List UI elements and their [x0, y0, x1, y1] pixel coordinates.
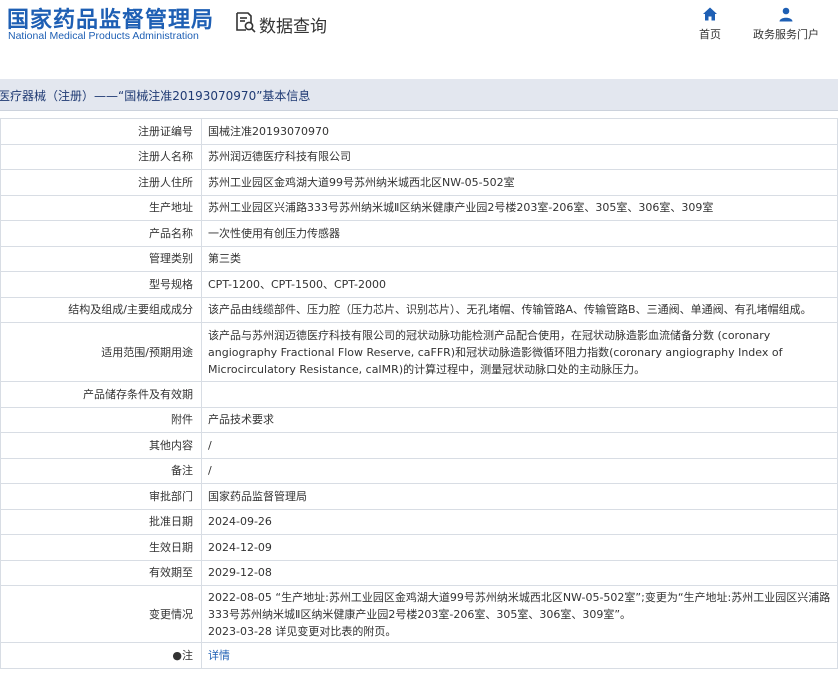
- field-label: 管理类别: [0, 245, 202, 272]
- site-logo-en[interactable]: National Medical Products Administration: [8, 30, 199, 42]
- field-value: /: [201, 432, 838, 459]
- field-value: 详情: [201, 642, 838, 669]
- user-icon: [750, 6, 822, 22]
- table-row: 适用范围/预期用途 该产品与苏州润迈德医疗科技有限公司的冠状动脉功能检测产品配合使…: [0, 322, 838, 382]
- field-value: 苏州工业园区金鸡湖大道99号苏州纳米城西北区NW-05-502室: [201, 169, 838, 196]
- field-label: 批准日期: [0, 508, 202, 535]
- field-label: 注册人名称: [0, 143, 202, 170]
- field-value: 2022-08-05 “生产地址:苏州工业园区金鸡湖大道99号苏州纳米城西北区N…: [201, 585, 838, 643]
- change-entry: 2022-08-05 “生产地址:苏州工业园区金鸡湖大道99号苏州纳米城西北区N…: [208, 590, 831, 621]
- table-row: 注册人名称 苏州润迈德医疗科技有限公司: [0, 143, 838, 170]
- field-value: 2024-12-09: [201, 534, 838, 561]
- table-row: 注册证编号 国械注准20193070970: [0, 118, 838, 145]
- table-row: 注册人住所 苏州工业园区金鸡湖大道99号苏州纳米城西北区NW-05-502室: [0, 169, 838, 196]
- table-row: 产品名称 一次性使用有创压力传感器: [0, 220, 838, 247]
- nav-home[interactable]: 首页: [693, 6, 727, 42]
- data-query-heading[interactable]: 数据查询: [233, 10, 327, 38]
- field-label: 产品储存条件及有效期: [0, 381, 202, 408]
- field-value: 2024-09-26: [201, 508, 838, 535]
- field-label: 审批部门: [0, 483, 202, 510]
- field-value: 国械注准20193070970: [201, 118, 838, 145]
- document-search-icon: [233, 10, 257, 38]
- table-row: 型号规格 CPT-1200、CPT-1500、CPT-2000: [0, 271, 838, 298]
- table-row: 产品储存条件及有效期: [0, 381, 838, 408]
- data-query-title: 数据查询: [259, 16, 327, 37]
- nav-portal-label: 政务服务门户: [753, 28, 819, 41]
- table-row: 其他内容 /: [0, 432, 838, 459]
- field-value: 苏州润迈德医疗科技有限公司: [201, 143, 838, 170]
- table-row: 变更情况 2022-08-05 “生产地址:苏州工业园区金鸡湖大道99号苏州纳米城…: [0, 585, 838, 643]
- field-label: 生效日期: [0, 534, 202, 561]
- field-value: [201, 381, 838, 408]
- field-label: 备注: [0, 457, 202, 484]
- field-value: 第三类: [201, 245, 838, 272]
- table-row: 结构及组成/主要组成成分 该产品由线缆部件、压力腔（压力芯片、识别芯片）、无孔堵帽…: [0, 296, 838, 323]
- field-value: 一次性使用有创压力传感器: [201, 220, 838, 247]
- field-value: CPT-1200、CPT-1500、CPT-2000: [201, 271, 838, 298]
- field-label: 注册证编号: [0, 118, 202, 145]
- field-label: 适用范围/预期用途: [0, 322, 202, 382]
- table-row: 生效日期 2024-12-09: [0, 534, 838, 561]
- field-label: 生产地址: [0, 194, 202, 221]
- field-label: 产品名称: [0, 220, 202, 247]
- field-value: 2029-12-08: [201, 559, 838, 586]
- field-value: 该产品由线缆部件、压力腔（压力芯片、识别芯片）、无孔堵帽、传输管路A、传输管路B…: [201, 296, 838, 323]
- field-label: 其他内容: [0, 432, 202, 459]
- table-row: ●注 详情: [0, 642, 838, 669]
- field-label: ●注: [0, 642, 202, 669]
- table-row: 审批部门 国家药品监督管理局: [0, 483, 838, 510]
- nav-home-label: 首页: [699, 28, 721, 41]
- nav-service-portal[interactable]: 政务服务门户: [750, 6, 822, 42]
- table-row: 附件 产品技术要求: [0, 406, 838, 433]
- field-value: 苏州工业园区兴浦路333号苏州纳米城Ⅱ区纳米健康产业园2号楼203室-206室、…: [201, 194, 838, 221]
- field-label: 附件: [0, 406, 202, 433]
- field-value: 产品技术要求: [201, 406, 838, 433]
- table-row: 生产地址 苏州工业园区兴浦路333号苏州纳米城Ⅱ区纳米健康产业园2号楼203室-2…: [0, 194, 838, 221]
- record-title-bar: 医疗器械（注册）——“国械注准20193070970”基本信息: [0, 79, 838, 111]
- table-row: 有效期至 2029-12-08: [0, 559, 838, 586]
- table-row: 批准日期 2024-09-26: [0, 508, 838, 535]
- table-row: 管理类别 第三类: [0, 245, 838, 272]
- table-row: 备注 /: [0, 457, 838, 484]
- registration-info-table: 注册证编号 国械注准20193070970 注册人名称 苏州润迈德医疗科技有限公司 …: [0, 118, 838, 669]
- home-icon: [693, 6, 727, 22]
- field-label: 变更情况: [0, 585, 202, 643]
- field-value: 国家药品监督管理局: [201, 483, 838, 510]
- change-entry: 2023-03-28 详见变更对比表的附页。: [208, 624, 397, 638]
- field-label: 注册人住所: [0, 169, 202, 196]
- details-link[interactable]: 详情: [208, 649, 230, 662]
- field-value: /: [201, 457, 838, 484]
- record-title: 医疗器械（注册）——“国械注准20193070970”基本信息: [0, 89, 311, 103]
- field-label: 结构及组成/主要组成成分: [0, 296, 202, 323]
- field-label: 型号规格: [0, 271, 202, 298]
- field-label: 有效期至: [0, 559, 202, 586]
- site-header: 国家药品监督管理局 National Medical Products Admi…: [0, 0, 838, 78]
- field-value: 该产品与苏州润迈德医疗科技有限公司的冠状动脉功能检测产品配合使用，在冠状动脉造影…: [201, 322, 838, 382]
